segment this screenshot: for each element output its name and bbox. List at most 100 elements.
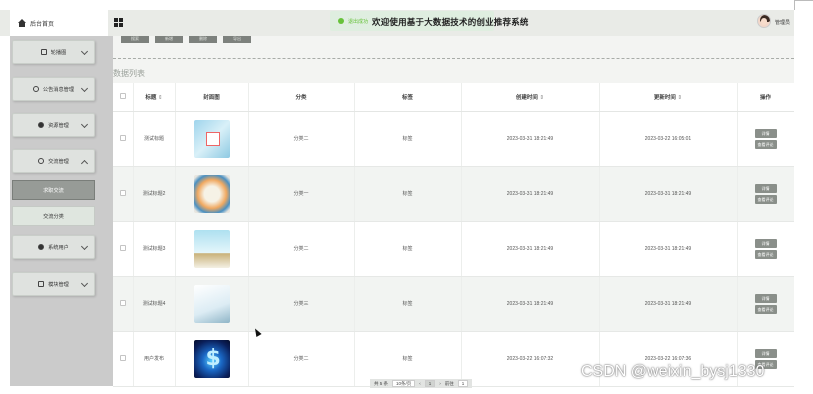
toolbar: 搜索 新增 删除 导出: [121, 36, 251, 43]
row-category: 分类二: [248, 221, 355, 277]
row-checkbox[interactable]: [119, 134, 126, 141]
cover-image[interactable]: [193, 119, 230, 158]
top-bar: 后台首页 退出成功 欢迎使用基于大数据技术的创业推荐系统 管理员: [0, 10, 813, 36]
section-title: 数据列表: [113, 69, 145, 78]
row-category: 分类三: [248, 276, 355, 332]
data-table: 标题 ⇕ 封面图 分类 标签 创建时间 ⇕ 更新时间 ⇕ 操作 测试标题 分类二标…: [113, 83, 795, 387]
row-created: 2023-03-31 18:21:49: [461, 166, 600, 222]
row-created: 2023-03-31 18:21:49: [461, 111, 600, 167]
sidebar: 轮播图 公告消息管理 资源管理 交流管理 求职交流 交流分类 系统用户 模块管理: [0, 36, 113, 394]
column-header-created[interactable]: 创建时间 ⇕: [461, 83, 600, 112]
row-tag: 标签: [354, 111, 462, 167]
detail-button[interactable]: 详情: [754, 238, 777, 248]
row-tag: 标签: [354, 221, 462, 277]
delete-button[interactable]: 删除: [189, 36, 217, 43]
row-updated: 2023-03-31 18:21:49: [599, 221, 738, 277]
row-select-cell[interactable]: [113, 331, 134, 387]
sidebar-item-communication[interactable]: 交流管理: [12, 149, 95, 173]
cover-image[interactable]: [193, 339, 230, 378]
row-actions: 详情 查看评论: [737, 221, 795, 277]
detail-button[interactable]: 详情: [754, 128, 777, 138]
sort-icon[interactable]: ⇕: [539, 95, 544, 101]
row-checkbox[interactable]: [119, 244, 126, 251]
row-cover-cell: [175, 276, 249, 332]
sidebar-item-system-users[interactable]: 系统用户: [12, 235, 95, 259]
column-header-title[interactable]: 标题 ⇕: [133, 83, 176, 112]
column-header-label: 标题: [145, 94, 157, 101]
sidebar-item-label: 资源管理: [48, 122, 69, 129]
table-row: 测试标题4 分类三 标签 2023-03-31 18:21:49 2023-03-31 …: [113, 276, 795, 332]
row-checkbox[interactable]: [119, 354, 126, 361]
sidebar-item-modules[interactable]: 模块管理: [12, 272, 95, 296]
main-content: 搜索 新增 删除 导出 数据列表 标题 ⇕ 封面图 分类 标签 创建时间 ⇕ 更…: [113, 36, 795, 387]
row-select-cell[interactable]: [113, 276, 134, 332]
row-tag: 标签: [354, 331, 462, 387]
sidebar-item-label: 模块管理: [48, 281, 69, 288]
add-button[interactable]: 新增: [155, 36, 183, 43]
chevron-up-icon: [80, 159, 89, 168]
row-title: 测试标题3: [133, 221, 176, 277]
row-created: 2023-03-22 16:07:32: [461, 331, 600, 387]
user-avatar[interactable]: [757, 14, 771, 28]
sort-icon[interactable]: ⇕: [158, 95, 163, 101]
row-checkbox[interactable]: [119, 189, 126, 196]
grid-icon: [38, 281, 45, 287]
success-icon: [338, 18, 344, 24]
window-corner: [794, 0, 813, 10]
image-icon: [40, 49, 47, 55]
sidebar-item-notice[interactable]: 公告消息管理: [12, 77, 95, 101]
detail-button[interactable]: 详情: [754, 183, 777, 193]
row-select-cell[interactable]: [113, 221, 134, 277]
page-size-select[interactable]: 10条/页: [392, 380, 416, 387]
user-name[interactable]: 管理员: [775, 19, 790, 26]
cover-image[interactable]: [193, 174, 230, 213]
menu-toggle-icon[interactable]: [114, 18, 123, 27]
sort-icon[interactable]: ⇕: [677, 95, 682, 101]
table-row: 测试标题 分类二 标签 2023-03-31 18:21:49 2023-03-22 1…: [113, 111, 795, 167]
row-checkbox[interactable]: [119, 299, 126, 306]
table-row: 测试标题3 分类二 标签 2023-03-31 18:21:49 2023-03-31 …: [113, 221, 795, 277]
row-created: 2023-03-31 18:21:49: [461, 221, 600, 277]
window-edge: [794, 10, 813, 394]
page-number[interactable]: 1: [424, 380, 436, 387]
sidebar-subitem-job-exchange[interactable]: 求职交流: [12, 180, 95, 200]
row-created: 2023-03-31 18:21:49: [461, 276, 600, 332]
row-cover-cell: [175, 331, 249, 387]
search-button[interactable]: 搜索: [121, 36, 149, 43]
pagination: 共 5 条 10条/页 ‹ 1 › 前往 1: [370, 379, 473, 388]
row-actions: 详情 查看评论: [737, 276, 795, 332]
column-header-category: 分类: [248, 83, 355, 112]
view-comments-button[interactable]: 查看评论: [754, 249, 777, 259]
table-row: 测试标题2 分类一 标签 2023-03-31 18:21:49 2023-03-31 …: [113, 166, 795, 222]
divider: [113, 58, 794, 59]
sidebar-item-label: 系统用户: [48, 244, 69, 251]
chevron-down-icon: [80, 84, 89, 93]
row-select-cell[interactable]: [113, 166, 134, 222]
sidebar-item-resources[interactable]: 资源管理: [12, 113, 95, 137]
user-icon: [38, 244, 45, 250]
view-comments-button[interactable]: 查看评论: [754, 304, 777, 314]
export-button[interactable]: 导出: [223, 36, 251, 43]
row-select-cell[interactable]: [113, 111, 134, 167]
row-cover-cell: [175, 111, 249, 167]
cover-image[interactable]: [193, 284, 230, 323]
detail-button[interactable]: 详情: [754, 348, 777, 358]
select-all-cell[interactable]: [113, 83, 134, 112]
detail-button[interactable]: 详情: [754, 293, 777, 303]
select-all-checkbox[interactable]: [119, 92, 126, 99]
view-comments-button[interactable]: 查看评论: [754, 139, 777, 149]
goto-input[interactable]: 1: [457, 380, 469, 387]
chat-icon: [38, 158, 45, 164]
next-page-icon[interactable]: ›: [439, 381, 441, 386]
sidebar-item-carousel[interactable]: 轮播图: [12, 40, 95, 64]
prev-page-icon[interactable]: ‹: [419, 381, 421, 386]
home-icon: [18, 19, 26, 27]
view-comments-button[interactable]: 查看评论: [754, 194, 777, 204]
row-category: 分类二: [248, 111, 355, 167]
sidebar-panel: 轮播图 公告消息管理 资源管理 交流管理 求职交流 交流分类 系统用户 模块管理: [10, 36, 113, 386]
sidebar-subitem-exchange-category[interactable]: 交流分类: [12, 206, 95, 226]
home-tab[interactable]: 后台首页: [10, 10, 108, 36]
cover-image[interactable]: [193, 229, 230, 268]
column-header-updated[interactable]: 更新时间 ⇕: [599, 83, 738, 112]
watermark: CSDN @weixin_bysj1330: [581, 363, 765, 380]
